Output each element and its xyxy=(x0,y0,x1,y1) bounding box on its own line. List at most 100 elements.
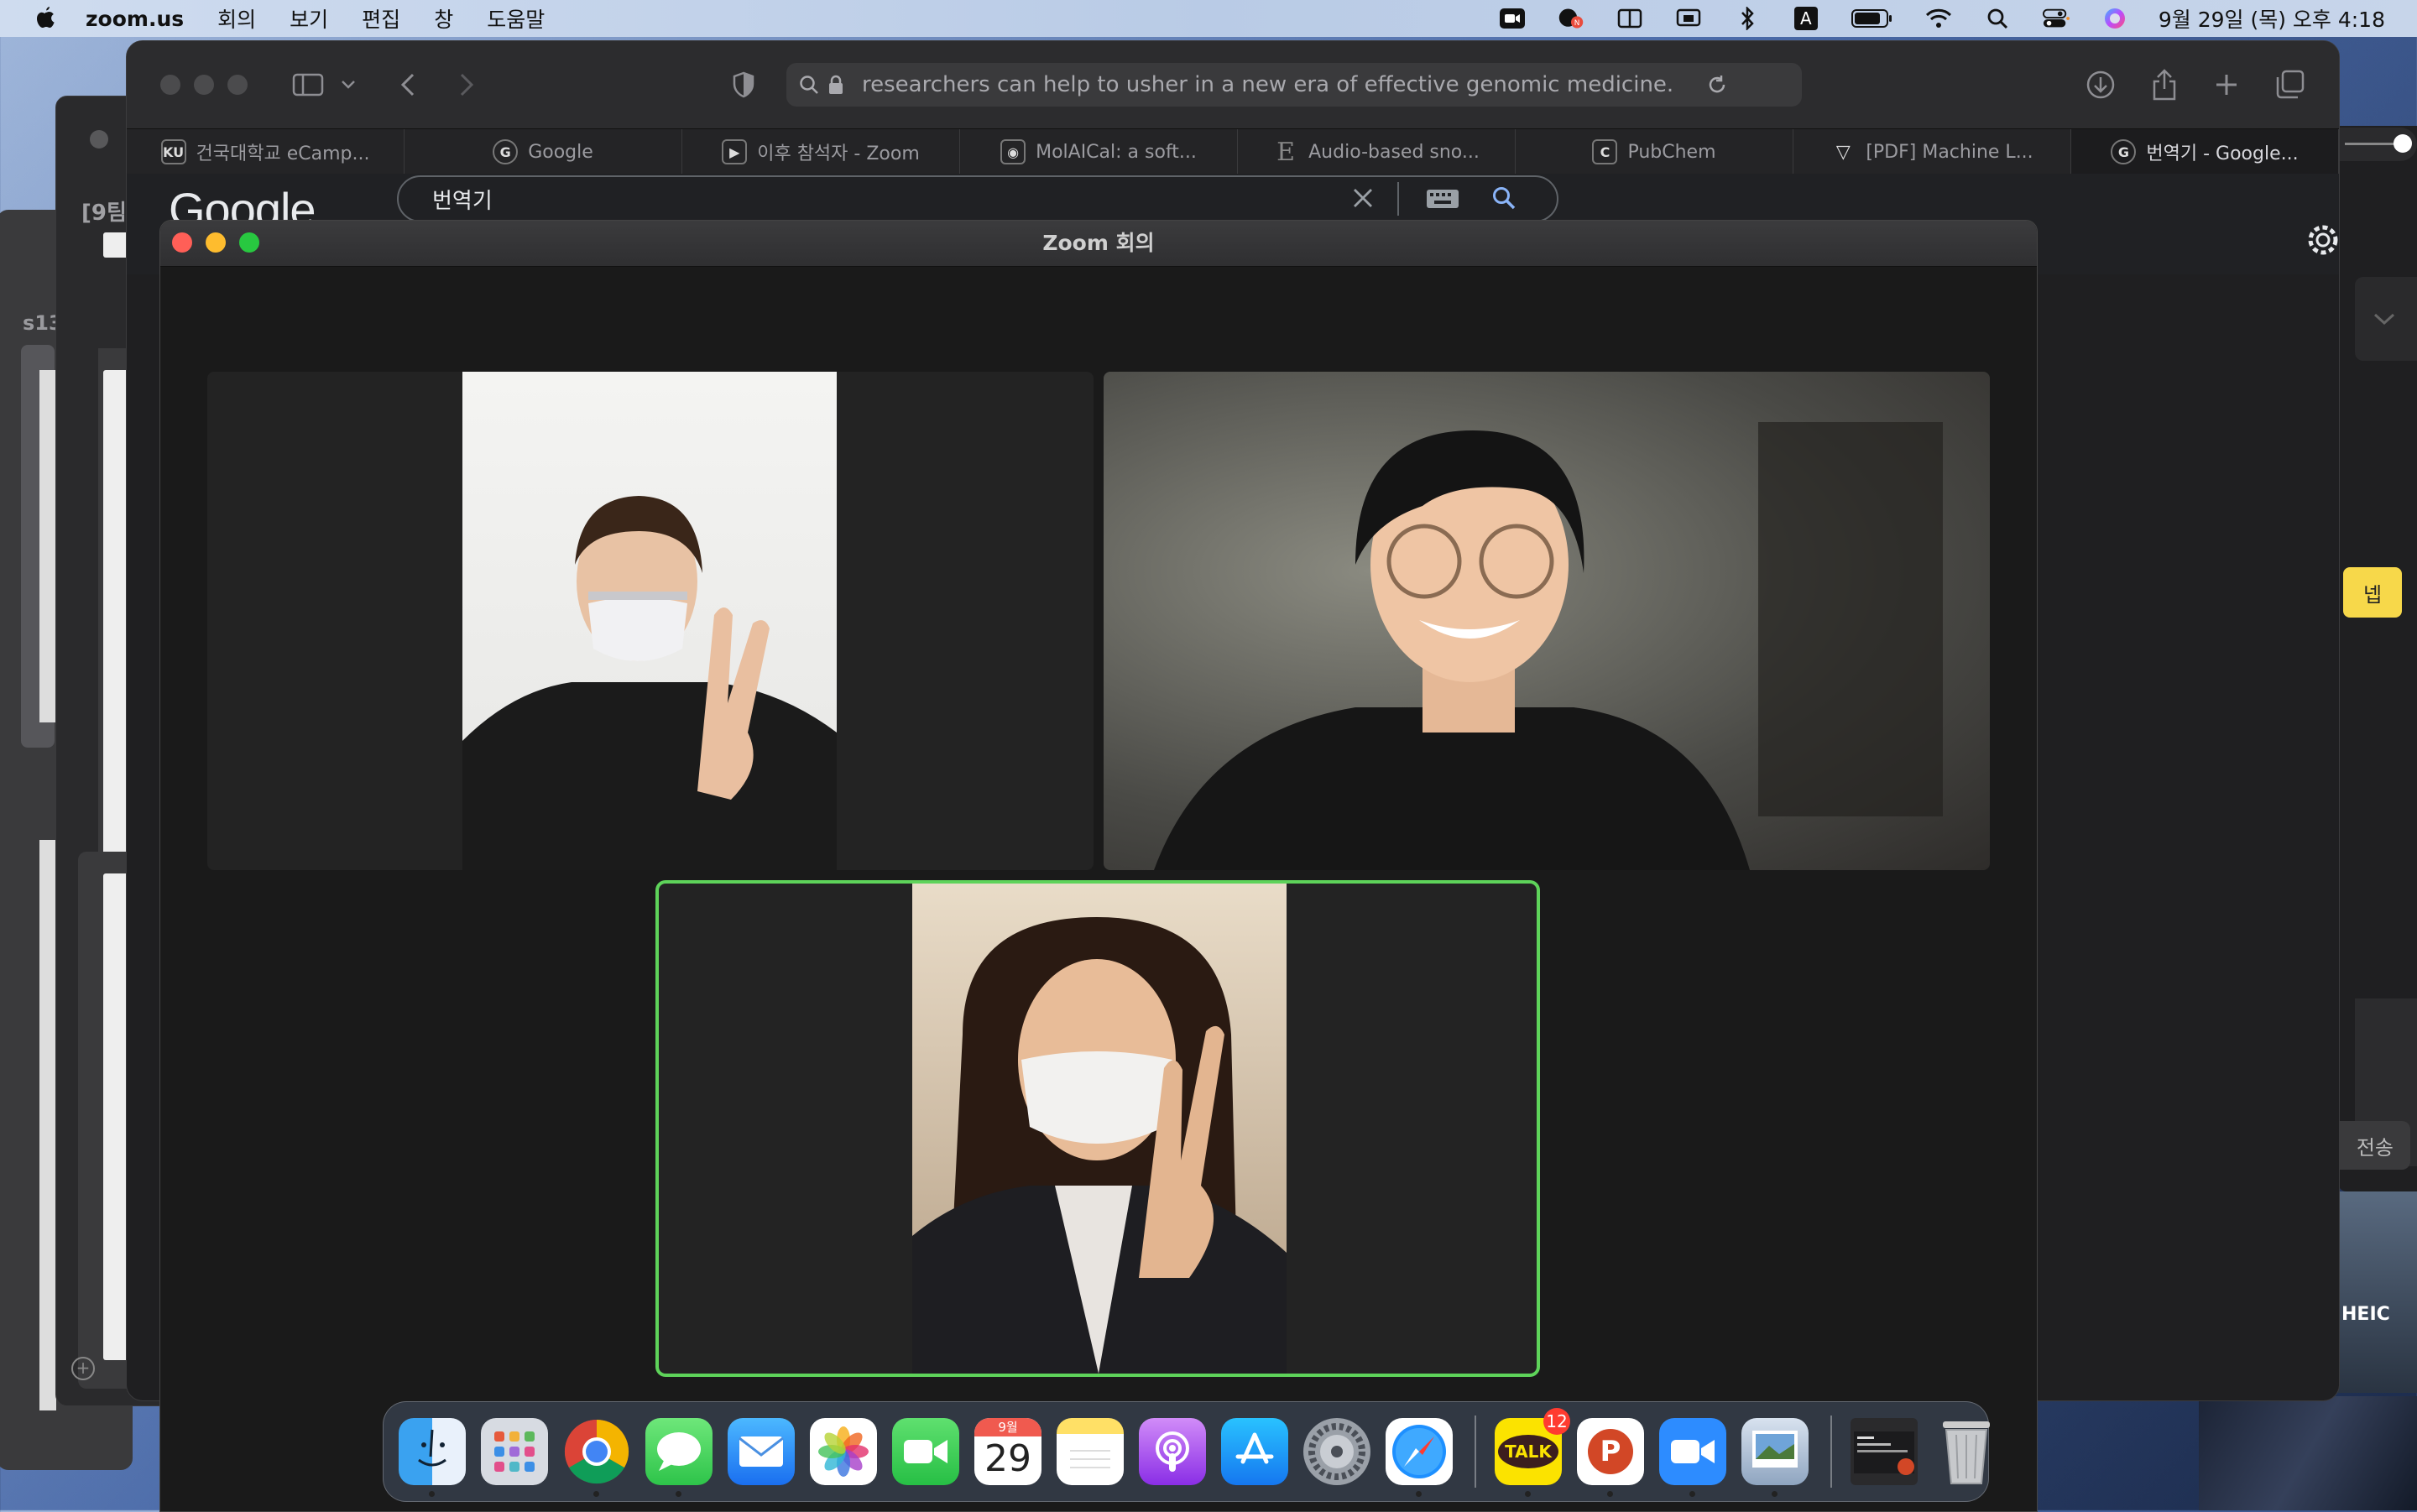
bluetooth-icon[interactable] xyxy=(1734,7,1761,30)
google-search-box[interactable]: 번역기 xyxy=(397,175,1558,222)
tab-label: Google xyxy=(528,141,593,163)
system-preferences-icon[interactable] xyxy=(1303,1418,1370,1485)
reload-icon[interactable] xyxy=(1706,74,1728,96)
ku-favicon: KU xyxy=(160,139,186,164)
url-text: researchers can help to usher in a new e… xyxy=(862,72,1674,97)
tab-label: PubChem xyxy=(1627,141,1716,163)
apple-menu-icon[interactable] xyxy=(34,5,57,32)
screen-mirror-icon[interactable] xyxy=(1675,8,1702,29)
address-bar[interactable]: researchers can help to usher in a new e… xyxy=(786,63,1802,107)
finder-icon[interactable] xyxy=(399,1418,466,1497)
tab-zoom[interactable]: ▶ 이후 참석자 - Zoom xyxy=(682,129,960,175)
app-store-icon[interactable] xyxy=(1221,1418,1288,1485)
search-query[interactable]: 번역기 xyxy=(432,184,493,215)
settings-gear-icon[interactable] xyxy=(2304,221,2340,259)
share-icon[interactable] xyxy=(2148,66,2181,103)
battery-icon[interactable] xyxy=(1851,8,1893,29)
input-source-icon[interactable]: A xyxy=(1793,7,1819,30)
photos-icon[interactable] xyxy=(810,1418,877,1485)
split-view-icon[interactable] xyxy=(1616,8,1643,29)
pubchem-favicon: C xyxy=(1592,139,1618,164)
zoom-status-icon[interactable] xyxy=(1499,8,1526,29)
zoom-title-bar[interactable]: Zoom 회의 xyxy=(160,221,2037,267)
menu-edit[interactable]: 편집 xyxy=(362,3,400,34)
add-icon[interactable]: + xyxy=(71,1357,95,1380)
svg-text:N: N xyxy=(1574,19,1580,28)
mail-icon[interactable] xyxy=(728,1418,795,1485)
calendar-day: 29 xyxy=(984,1437,1031,1480)
menu-clock[interactable]: 9월 29일 (목) 오후 4:18 xyxy=(2159,3,2385,34)
downloads-icon[interactable] xyxy=(2084,66,2117,103)
send-button-label: 전송 xyxy=(2356,1135,2394,1160)
tab-label: 이후 참석자 - Zoom xyxy=(757,143,920,164)
messages-icon[interactable] xyxy=(645,1418,713,1497)
launchpad-icon[interactable] xyxy=(481,1418,548,1485)
recent-document-icon[interactable] xyxy=(1851,1418,1918,1485)
facetime-icon[interactable] xyxy=(892,1418,959,1485)
sidebar-toggle-icon[interactable] xyxy=(290,66,326,103)
powerpoint-icon[interactable]: P xyxy=(1577,1418,1644,1497)
window-control-slider[interactable] xyxy=(2338,128,2417,161)
dropdown-chevron-icon[interactable] xyxy=(2355,277,2417,361)
clear-search-icon[interactable] xyxy=(1352,187,1374,209)
search-icon xyxy=(800,76,818,94)
running-indicator xyxy=(593,1491,599,1497)
tab-molaical[interactable]: ◉ MolAICal: a soft... xyxy=(960,129,1238,175)
minimize-button[interactable] xyxy=(194,75,214,95)
participant-video-tile[interactable] xyxy=(207,372,1094,870)
tab-label: [PDF] Machine L... xyxy=(1866,141,2033,163)
tab-pubchem[interactable]: C PubChem xyxy=(1516,129,1793,175)
spotlight-icon[interactable] xyxy=(1984,8,2011,29)
tab-google[interactable]: G Google xyxy=(405,129,682,175)
trash-icon[interactable] xyxy=(1933,1418,2000,1485)
participant-video-tile[interactable] xyxy=(1104,372,1990,870)
google-favicon: G xyxy=(493,139,519,164)
search-icon[interactable] xyxy=(1491,185,1516,211)
new-tab-icon[interactable] xyxy=(2210,66,2243,103)
siri-icon[interactable] xyxy=(2101,8,2128,29)
back-icon[interactable] xyxy=(394,66,422,103)
wifi-icon[interactable] xyxy=(1925,8,1952,29)
running-indicator xyxy=(676,1491,681,1497)
preview-icon[interactable] xyxy=(1741,1418,1809,1497)
menu-view[interactable]: 보기 xyxy=(290,3,328,34)
forward-icon[interactable] xyxy=(452,66,481,103)
window-controls xyxy=(160,75,248,95)
zoom-icon[interactable] xyxy=(1659,1418,1726,1497)
menu-help[interactable]: 도움말 xyxy=(487,3,545,34)
menu-bar: zoom.us 회의 보기 편집 창 도움말 N A 9월 29일 (목) 오후… xyxy=(0,0,2417,37)
active-speaker-video-tile[interactable] xyxy=(659,884,1537,1374)
safari-icon[interactable] xyxy=(1386,1418,1453,1497)
tab-label: 건국대학교 eCamp... xyxy=(196,143,370,164)
photo-thumbnail[interactable]: HEIC xyxy=(2338,1191,2417,1393)
menu-window[interactable]: 창 xyxy=(434,3,453,34)
tab-machine-learning-pdf[interactable]: ▽ [PDF] Machine L... xyxy=(1793,129,2071,175)
close-button[interactable] xyxy=(160,75,180,95)
tab-bar: KU 건국대학교 eCamp... G Google ▶ 이후 참석자 - Zo… xyxy=(127,128,2339,175)
privacy-shield-icon[interactable] xyxy=(729,66,758,103)
control-center-icon[interactable] xyxy=(2042,8,2070,29)
tab-ecampus[interactable]: KU 건국대학교 eCamp... xyxy=(127,129,405,175)
tab-google-translate[interactable]: G 번역기 - Google... xyxy=(2071,129,2339,175)
semantic-scholar-favicon: ▽ xyxy=(1835,141,1851,163)
window-title: Zoom 회의 xyxy=(1042,231,1155,255)
running-indicator xyxy=(1416,1491,1422,1497)
tab-label: MolAICal: a soft... xyxy=(1036,141,1197,163)
dock-separator xyxy=(1830,1416,1832,1488)
sidebar-chevron-down-icon[interactable] xyxy=(338,66,358,103)
app-name-menu[interactable]: zoom.us xyxy=(86,7,184,31)
zoom-button[interactable] xyxy=(227,75,248,95)
kakaotalk-icon[interactable]: TALK 12 xyxy=(1495,1408,1570,1497)
chrome-icon[interactable] xyxy=(563,1418,630,1497)
chat-notification-icon[interactable]: N xyxy=(1558,8,1584,29)
notes-icon[interactable] xyxy=(1057,1418,1124,1485)
podcasts-icon[interactable] xyxy=(1139,1418,1206,1485)
keyboard-icon[interactable] xyxy=(1426,189,1459,209)
sticky-note: 넵 xyxy=(2343,567,2402,618)
background-window-right[interactable]: 넵 전송 xyxy=(2326,126,2417,1191)
menu-meeting[interactable]: 회의 xyxy=(217,3,256,34)
calendar-icon[interactable]: 9월 29 xyxy=(974,1418,1041,1485)
tab-overview-icon[interactable] xyxy=(2273,66,2307,103)
tab-audio-based[interactable]: E Audio-based sno... xyxy=(1238,129,1516,175)
running-indicator xyxy=(1525,1491,1531,1497)
